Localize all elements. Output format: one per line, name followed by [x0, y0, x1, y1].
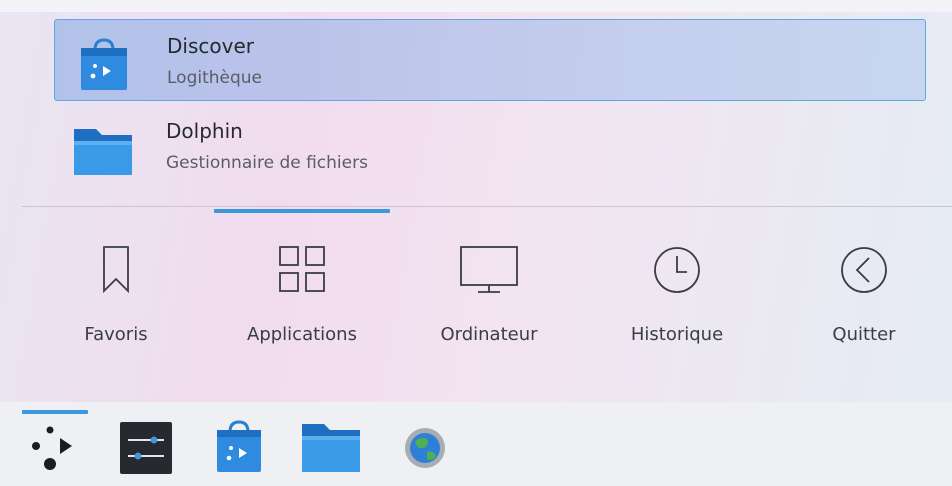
back-circle-icon [841, 247, 887, 293]
result-name: Discover [167, 34, 254, 58]
tab-label: Applications [247, 324, 357, 345]
folder-icon[interactable] [300, 418, 362, 476]
bookmark-icon [103, 246, 129, 294]
tab-label: Historique [630, 324, 724, 345]
folder-icon [74, 129, 132, 175]
result-item-dolphin[interactable]: Dolphin Gestionnaire de fichiers [54, 105, 926, 187]
result-description: Logithèque [167, 68, 263, 88]
globe-icon[interactable] [400, 424, 452, 474]
result-name: Dolphin [166, 119, 243, 143]
settings-sliders-icon[interactable] [118, 420, 174, 476]
divider [22, 206, 952, 207]
monitor-icon [460, 246, 518, 293]
scroll-fade [0, 0, 952, 12]
discover-bag-icon [81, 38, 127, 90]
active-task-indicator [22, 410, 88, 414]
tab-label: Favoris [84, 324, 148, 345]
result-description: Gestionnaire de fichiers [166, 153, 368, 173]
tab-label: Ordinateur [440, 324, 538, 345]
tab-label: Quitter [832, 324, 896, 345]
clock-icon [654, 247, 700, 293]
result-item-discover[interactable]: Discover Logithèque [54, 19, 926, 101]
tab-applications[interactable]: Applications [217, 232, 387, 362]
tab-ordinateur[interactable]: Ordinateur [404, 232, 574, 362]
tab-favoris[interactable]: Favoris [31, 232, 201, 362]
kde-launcher-icon[interactable] [26, 420, 82, 474]
application-launcher-menu: Discover Logithèque Dolphin Gestionnaire… [0, 0, 952, 402]
grid-icon [279, 246, 325, 292]
tab-quitter[interactable]: Quitter [779, 232, 949, 362]
active-tab-indicator [214, 209, 390, 213]
tab-historique[interactable]: Historique [592, 232, 762, 362]
discover-bag-icon[interactable] [214, 418, 264, 476]
